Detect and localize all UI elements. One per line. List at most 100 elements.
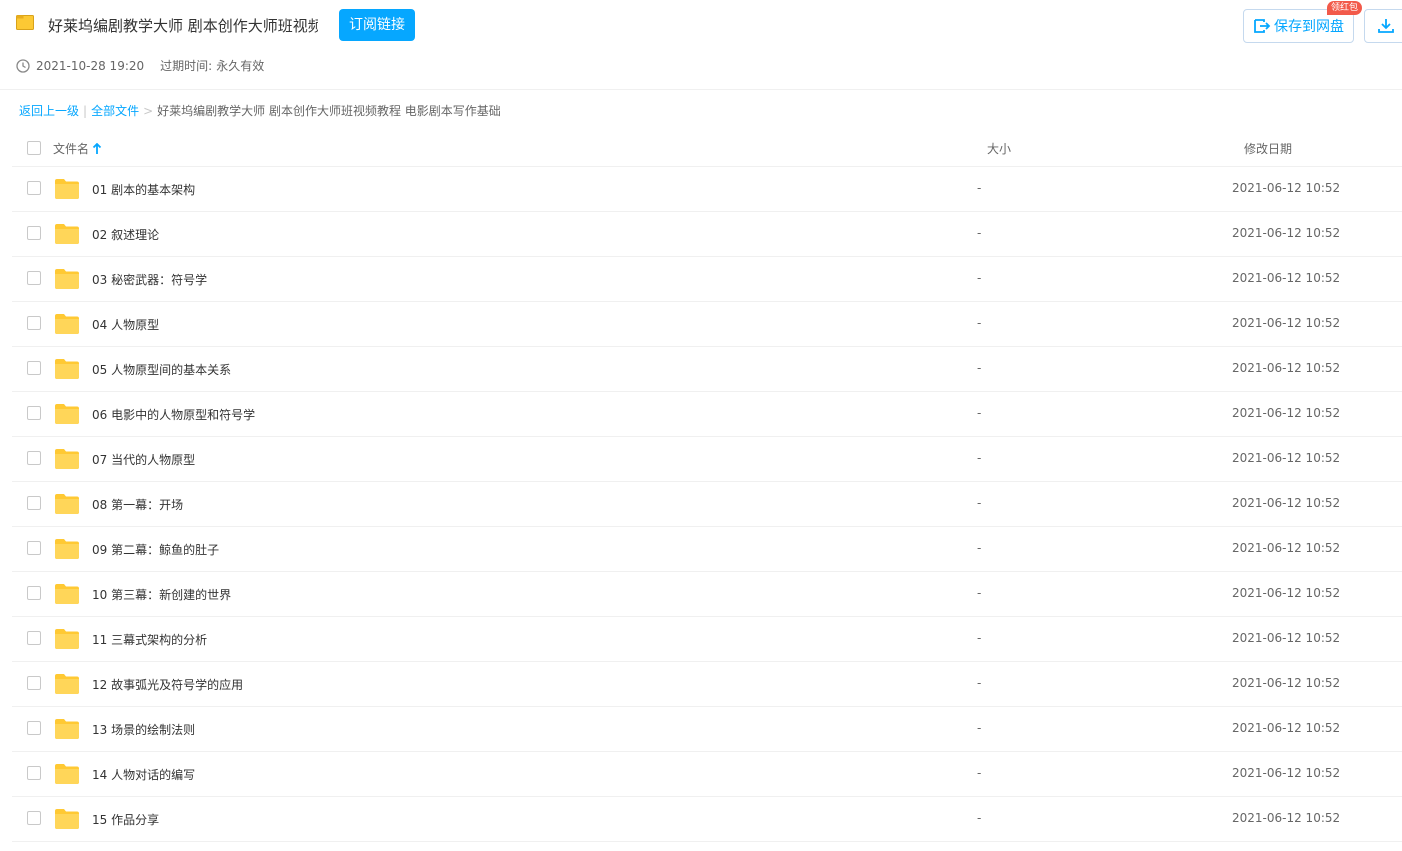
red-packet-badge[interactable]: 领红包 [1327,1,1363,15]
row-checkbox[interactable] [27,586,41,600]
file-size: - [977,181,982,195]
table-row[interactable]: 01 剧本的基本架构 - 2021-06-12 10:52 [12,167,1402,212]
table-row[interactable]: 05 人物原型间的基本关系 - 2021-06-12 10:52 [12,347,1402,392]
file-name[interactable]: 10 第三幕：新创建的世界 [92,586,231,603]
file-date: 2021-06-12 10:52 [1232,721,1341,735]
file-name[interactable]: 06 电影中的人物原型和符号学 [92,406,255,423]
row-checkbox[interactable] [27,676,41,690]
row-checkbox[interactable] [27,361,41,375]
row-checkbox[interactable] [27,406,41,420]
table-row[interactable]: 02 叙述理论 - 2021-06-12 10:52 [12,212,1402,257]
folder-icon [55,359,79,379]
row-checkbox[interactable] [27,451,41,465]
column-size-label[interactable]: 大小 [987,140,1011,157]
file-date: 2021-06-12 10:52 [1232,496,1341,510]
folder-icon [55,629,79,649]
file-date: 2021-06-12 10:52 [1232,451,1341,465]
table-row[interactable]: 15 作品分享 - 2021-06-12 10:52 [12,797,1402,842]
save-icon [1254,19,1271,33]
expire-value: 永久有效 [216,59,265,73]
row-checkbox[interactable] [27,766,41,780]
table-row[interactable]: 08 第一幕：开场 - 2021-06-12 10:52 [12,482,1402,527]
back-link[interactable]: 返回上一级 [19,102,79,119]
file-date: 2021-06-12 10:52 [1232,271,1341,285]
folder-icon [55,764,79,784]
folder-icon [55,224,79,244]
file-size: - [977,541,982,555]
file-date: 2021-06-12 10:52 [1232,811,1341,825]
file-list: 01 剧本的基本架构 - 2021-06-12 10:52 02 叙述理论 - 2021-… [12,167,1402,842]
breadcrumb-arrow: > [143,103,154,118]
breadcrumb-current: 好莱坞编剧教学大师 剧本创作大师班视频教程 电影剧本写作基础 [157,104,501,118]
file-name[interactable]: 14 人物对话的编写 [92,766,195,783]
file-date: 2021-06-12 10:52 [1232,676,1341,690]
file-size: - [977,676,982,690]
row-checkbox[interactable] [27,271,41,285]
table-row[interactable]: 13 场景的绘制法则 - 2021-06-12 10:52 [12,707,1402,752]
all-files-link[interactable]: 全部文件 [91,102,139,119]
file-size: - [977,496,982,510]
row-checkbox[interactable] [27,811,41,825]
file-name[interactable]: 13 场景的绘制法则 [92,721,195,738]
table-row[interactable]: 11 三幕式架构的分析 - 2021-06-12 10:52 [12,617,1402,662]
folder-icon [55,584,79,604]
table-row[interactable]: 07 当代的人物原型 - 2021-06-12 10:52 [12,437,1402,482]
file-name[interactable]: 08 第一幕：开场 [92,496,183,513]
file-size: - [977,631,982,645]
table-row[interactable]: 06 电影中的人物原型和符号学 - 2021-06-12 10:52 [12,392,1402,437]
file-size: - [977,811,982,825]
table-row[interactable]: 12 故事弧光及符号学的应用 - 2021-06-12 10:52 [12,662,1402,707]
expire-label: 过期时间: [160,59,213,73]
share-page: 好莱坞编剧教学大师 剧本创作大师班视频... 订阅链接 2021-10-28 1… [0,0,1402,851]
sort-by-name[interactable]: 文件名 [53,140,102,157]
column-date-label[interactable]: 修改日期 [1244,140,1292,157]
folder-icon [55,674,79,694]
table-row[interactable]: 14 人物对话的编写 - 2021-06-12 10:52 [12,752,1402,797]
file-name[interactable]: 12 故事弧光及符号学的应用 [92,676,243,693]
share-header: 好莱坞编剧教学大师 剧本创作大师班视频... 订阅链接 2021-10-28 1… [0,0,1402,90]
row-checkbox[interactable] [27,316,41,330]
row-checkbox[interactable] [27,721,41,735]
file-name[interactable]: 01 剧本的基本架构 [92,181,195,198]
file-size: - [977,766,982,780]
table-row[interactable]: 10 第三幕：新创建的世界 - 2021-06-12 10:52 [12,572,1402,617]
file-name[interactable]: 04 人物原型 [92,316,159,333]
file-name[interactable]: 07 当代的人物原型 [92,451,195,468]
breadcrumb: 返回上一级 | 全部文件 > 好莱坞编剧教学大师 剧本创作大师班视频教程 电影剧… [19,102,501,119]
folder-icon [55,449,79,469]
select-all-checkbox[interactable] [27,141,41,155]
row-checkbox[interactable] [27,496,41,510]
row-checkbox[interactable] [27,631,41,645]
folder-icon [55,269,79,289]
file-size: - [977,721,982,735]
file-size: - [977,316,982,330]
file-name[interactable]: 09 第二幕：鲸鱼的肚子 [92,541,219,558]
breadcrumb-divider: | [83,103,88,118]
file-name[interactable]: 03 秘密武器：符号学 [92,271,207,288]
file-date: 2021-06-12 10:52 [1232,586,1341,600]
subscribe-button[interactable]: 订阅链接 [339,9,415,41]
download-button[interactable] [1364,9,1402,43]
row-checkbox[interactable] [27,541,41,555]
file-date: 2021-06-12 10:52 [1232,361,1341,375]
table-row[interactable]: 04 人物原型 - 2021-06-12 10:52 [12,302,1402,347]
file-name[interactable]: 15 作品分享 [92,811,159,828]
row-checkbox[interactable] [27,226,41,240]
folder-icon [55,539,79,559]
file-date: 2021-06-12 10:52 [1232,226,1341,240]
share-title: 好莱坞编剧教学大师 剧本创作大师班视频... [48,17,318,35]
file-size: - [977,586,982,600]
table-row[interactable]: 03 秘密武器：符号学 - 2021-06-12 10:52 [12,257,1402,302]
download-icon [1378,19,1394,33]
row-checkbox[interactable] [27,181,41,195]
file-date: 2021-06-12 10:52 [1232,766,1341,780]
file-name[interactable]: 05 人物原型间的基本关系 [92,361,231,378]
folder-icon [55,494,79,514]
folder-icon [55,719,79,739]
file-name[interactable]: 02 叙述理论 [92,226,159,243]
file-name[interactable]: 11 三幕式架构的分析 [92,631,207,648]
table-row[interactable]: 09 第二幕：鲸鱼的肚子 - 2021-06-12 10:52 [12,527,1402,572]
file-table-header: 文件名 大小 修改日期 [12,127,1402,167]
column-name-label: 文件名 [53,142,90,156]
file-size: - [977,271,982,285]
